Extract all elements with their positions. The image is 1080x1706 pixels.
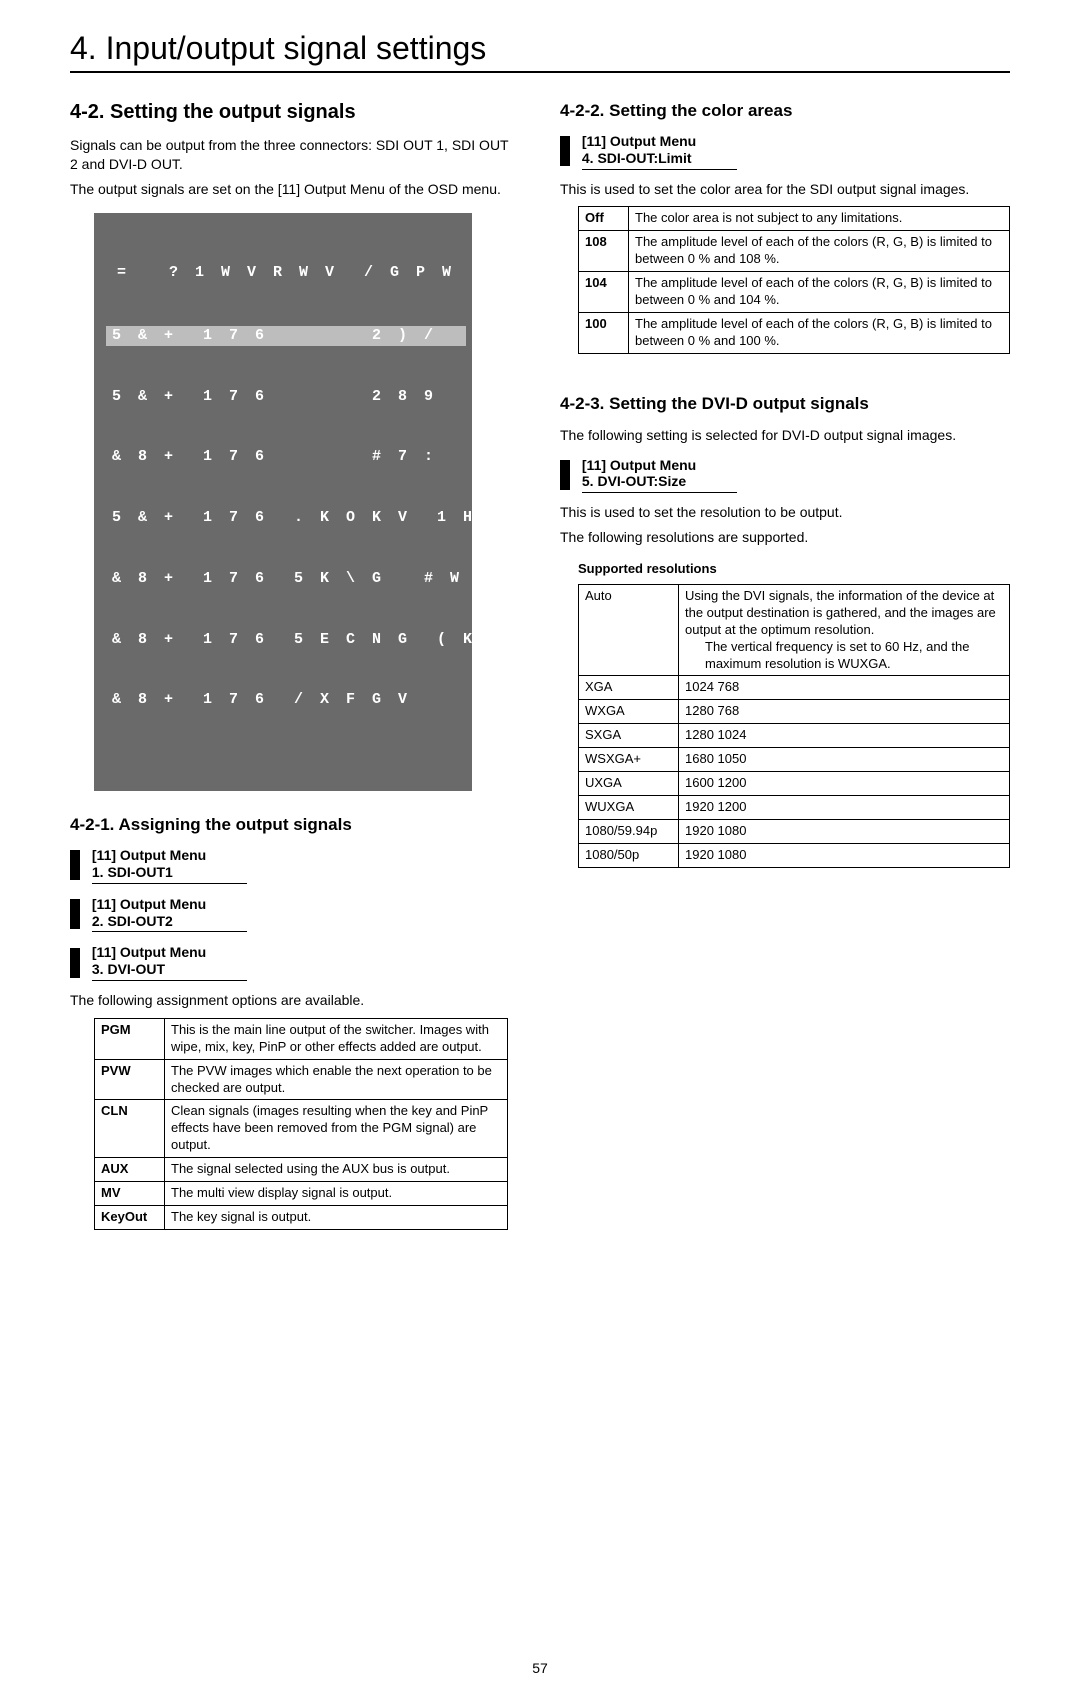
osd-row: 5 & + 1 7 6 2 8 9 — [106, 387, 466, 407]
resolutions-caption: Supported resolutions — [578, 561, 1010, 576]
right-column: 4-2-2. Setting the color areas [11] Outp… — [560, 101, 1010, 1230]
menu-line2: 1. SDI-OUT1 — [92, 864, 173, 880]
table-row: WUXGA1920 1200 — [579, 795, 1010, 819]
table-row: SXGA1280 1024 — [579, 724, 1010, 748]
res-intro-1: This is used to set the resolution to be… — [560, 503, 1010, 522]
menu-line1: [11] Output Menu — [582, 133, 696, 149]
intro-para-1: Signals can be output from the three con… — [70, 136, 520, 174]
osd-row: & 8 + 1 7 6 5 E C N G ( K V 8 — [106, 630, 466, 650]
dvi-intro: The following setting is selected for DV… — [560, 426, 1010, 445]
osd-menu-screenshot: = ? 1 W V R W V / G P W 5 & + 1 7 6 2 ) … — [94, 213, 472, 792]
menu-line1: [11] Output Menu — [582, 457, 696, 473]
table-row: WXGA1280 768 — [579, 700, 1010, 724]
menu-reference: [11] Output Menu 5. DVI-OUT:Size — [560, 457, 1010, 494]
menu-line1: [11] Output Menu — [92, 847, 206, 863]
res-auto-desc: Using the DVI signals, the information o… — [685, 588, 996, 637]
osd-title: = ? 1 W V R W V / G P W — [106, 263, 466, 283]
menu-bar-icon — [70, 948, 80, 978]
menu-line2: 4. SDI-OUT:Limit — [582, 150, 692, 166]
assignment-table: PGMThis is the main line output of the s… — [94, 1018, 508, 1230]
menu-line2: 5. DVI-OUT:Size — [582, 473, 686, 489]
osd-row-highlight: 5 & + 1 7 6 2 ) / — [106, 326, 466, 346]
menu-line1: [11] Output Menu — [92, 896, 206, 912]
table-row: 1080/50p1920 1080 — [579, 843, 1010, 867]
menu-bar-icon — [560, 460, 570, 490]
table-row: 108The amplitude level of each of the co… — [579, 231, 1010, 272]
osd-row: & 8 + 1 7 6 # 7 : — [106, 447, 466, 467]
resolutions-table: Auto Using the DVI signals, the informat… — [578, 584, 1010, 868]
osd-row: & 8 + 1 7 6 5 K \ G # W V Q — [106, 569, 466, 589]
osd-row: & 8 + 1 7 6 / X F G V — [106, 690, 466, 710]
table-row: KeyOutThe key signal is output. — [95, 1205, 508, 1229]
menu-bar-icon — [70, 850, 80, 880]
table-row: OffThe color area is not subject to any … — [579, 207, 1010, 231]
page-number: 57 — [70, 1660, 1010, 1676]
content-columns: 4-2. Setting the output signals Signals … — [70, 101, 1010, 1230]
table-row: WSXGA+1680 1050 — [579, 748, 1010, 772]
table-row: Auto Using the DVI signals, the informat… — [579, 584, 1010, 675]
page-title: 4. Input/output signal settings — [70, 30, 1010, 73]
menu-bar-icon — [560, 136, 570, 166]
table-row: UXGA1600 1200 — [579, 772, 1010, 796]
menu-reference: [11] Output Menu 3. DVI-OUT — [70, 944, 520, 981]
subsection-heading: 4-2-2. Setting the color areas — [560, 101, 1010, 121]
table-row: PGMThis is the main line output of the s… — [95, 1018, 508, 1059]
color-area-table: OffThe color area is not subject to any … — [578, 206, 1010, 353]
table-row: 1080/59.94p1920 1080 — [579, 819, 1010, 843]
menu-line2: 2. SDI-OUT2 — [92, 913, 173, 929]
table-row: 104The amplitude level of each of the co… — [579, 272, 1010, 313]
table-row: 100The amplitude level of each of the co… — [579, 312, 1010, 353]
menu-line2: 3. DVI-OUT — [92, 961, 165, 977]
subsection-heading: 4-2-1. Assigning the output signals — [70, 815, 520, 835]
assign-intro: The following assignment options are ava… — [70, 991, 520, 1010]
color-intro: This is used to set the color area for t… — [560, 180, 1010, 199]
table-row: PVWThe PVW images which enable the next … — [95, 1059, 508, 1100]
res-intro-2: The following resolutions are supported. — [560, 528, 1010, 547]
table-row: MVThe multi view display signal is outpu… — [95, 1181, 508, 1205]
table-row: AUXThe signal selected using the AUX bus… — [95, 1158, 508, 1182]
left-column: 4-2. Setting the output signals Signals … — [70, 101, 520, 1230]
osd-row: 5 & + 1 7 6 . K O K V 1 H H — [106, 508, 466, 528]
section-heading: 4-2. Setting the output signals — [70, 101, 520, 124]
menu-line1: [11] Output Menu — [92, 944, 206, 960]
intro-para-2: The output signals are set on the [11] O… — [70, 180, 520, 199]
menu-reference: [11] Output Menu 1. SDI-OUT1 — [70, 847, 520, 884]
menu-reference: [11] Output Menu 2. SDI-OUT2 — [70, 896, 520, 933]
res-auto-sub: The vertical frequency is set to 60 Hz, … — [685, 639, 1003, 673]
menu-bar-icon — [70, 899, 80, 929]
table-row: CLNClean signals (images resulting when … — [95, 1100, 508, 1158]
menu-reference: [11] Output Menu 4. SDI-OUT:Limit — [560, 133, 1010, 170]
table-row: XGA1024 768 — [579, 676, 1010, 700]
subsection-heading: 4-2-3. Setting the DVI-D output signals — [560, 394, 1010, 414]
